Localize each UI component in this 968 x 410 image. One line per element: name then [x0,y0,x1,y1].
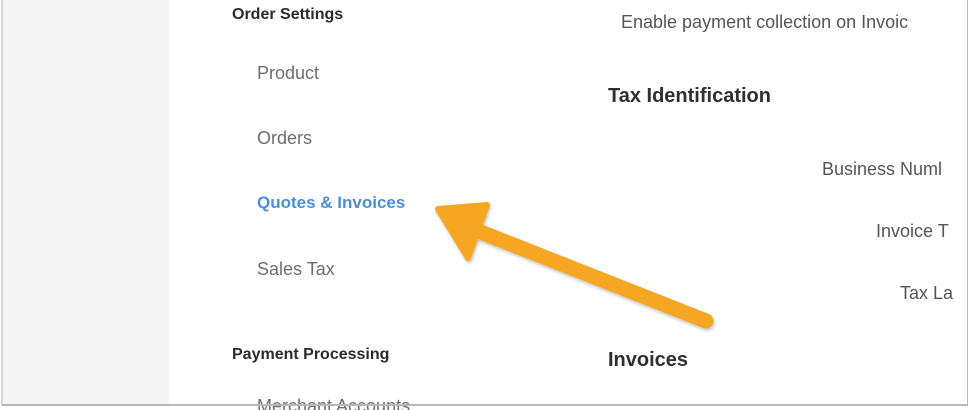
settings-sidebar: Order Settings Product Orders Quotes & I… [169,0,589,410]
business-number-label: Business Numl [822,159,943,179]
payment-collection-text: Enable payment collection on Invoic [621,12,909,32]
tax-identification-heading: Tax Identification [608,85,771,107]
app-window: Order Settings Product Orders Quotes & I… [0,0,968,410]
invoice-label: Invoice T [876,221,949,241]
invoices-heading: Invoices [608,349,689,371]
sidebar-item-quotes-invoices[interactable]: Quotes & Invoices [257,193,405,213]
sidebar-item-merchant-accounts[interactable]: Merchant Accounts [257,396,410,410]
payment-processing-heading: Payment Processing [232,346,390,363]
sidebar-item-sales-tax[interactable]: Sales Tax [257,259,335,280]
order-settings-heading: Order Settings [232,6,344,23]
left-gutter [3,0,169,404]
sidebar-item-orders[interactable]: Orders [257,128,312,149]
settings-content: Enable payment collection on Invoic Tax … [589,0,963,404]
sidebar-item-product[interactable]: Product [257,63,319,84]
tax-label: Tax La [900,283,954,303]
